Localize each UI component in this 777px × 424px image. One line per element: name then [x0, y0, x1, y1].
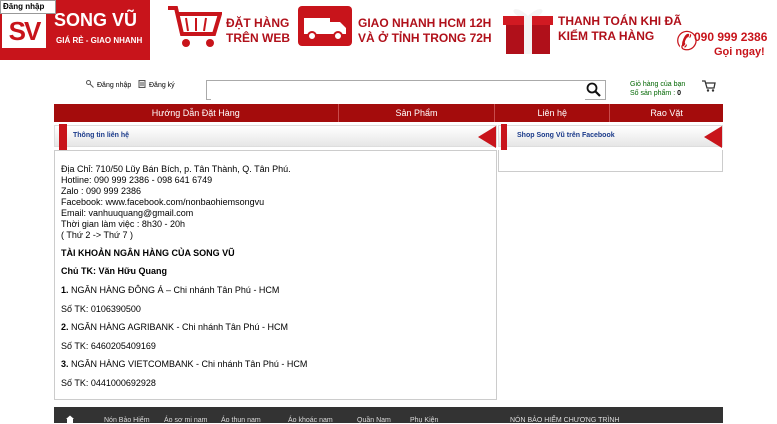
bank-number: 1.	[61, 285, 69, 295]
contact-panel-title: Thông tin liên hệ	[73, 132, 129, 139]
brand-tagline: GIÁ RẺ - GIAO NHANH	[56, 36, 143, 45]
facebook-widget-box	[498, 150, 723, 172]
login-link[interactable]: Đăng nhập	[86, 80, 131, 89]
bank-item: 2. NGÂN HÀNG AGRIBANK - Chi nhánh Tân Ph…	[61, 322, 288, 332]
register-link[interactable]: Đăng ký	[138, 80, 175, 89]
search-input[interactable]	[211, 82, 585, 100]
facebook-panel-header: Shop Song Vũ trên Facebook	[498, 124, 723, 150]
search-box	[206, 80, 606, 100]
bank-number: 3.	[61, 359, 69, 369]
bank-name: NGÂN HÀNG VIETCOMBANK - Chi nhánh Tân Ph…	[71, 359, 308, 369]
login-label: Đăng nhập	[97, 82, 132, 89]
logo-mark: SV	[2, 14, 46, 48]
hotline-number: 090 999 2386	[694, 30, 768, 44]
triangle-marker-icon	[478, 126, 496, 148]
bank-heading: TÀI KHOẢN NGÂN HÀNG CỦA SONG VŨ	[61, 248, 235, 258]
cart-count: 0	[677, 90, 681, 97]
promo-pay-line2: KIỂM TRA HÀNG	[558, 29, 655, 43]
search-icon[interactable]	[585, 82, 603, 98]
contact-hotline: Hotline: 090 999 2386 - 098 641 6749	[61, 175, 213, 185]
cart-summary[interactable]: Giỏ hàng của bạn Số sản phẩm : 0	[630, 80, 685, 98]
promo-order-line1: ĐẶT HÀNG	[226, 16, 290, 30]
account-holder: Chủ TK: Văn Hữu Quang	[61, 266, 168, 276]
contact-panel-header: Thông tin liên hệ	[54, 124, 497, 150]
cart-icon[interactable]	[702, 80, 716, 92]
bank-item: 1. NGÂN HÀNG ĐÔNG Á – Chi nhánh Tân Phú …	[61, 285, 279, 295]
cart-label: Giỏ hàng của bạn	[630, 81, 686, 88]
delivery-truck-icon	[298, 6, 352, 46]
contact-address: Địa Chỉ: 710/50 Lũy Bán Bích, p. Tân Thà…	[61, 164, 291, 174]
promo-pay-on-delivery: THANH TOÁN KHI ĐÃ KIỂM TRA HÀNG	[558, 14, 682, 44]
hotline-callout[interactable]: ✆ 090 999 2386 Gọi ngay!	[676, 24, 776, 64]
home-icon[interactable]	[66, 415, 74, 423]
bank-account: Số TK: 0441000692928	[61, 378, 156, 388]
bank-account: Số TK: 6460205409169	[61, 341, 156, 351]
nav-contact[interactable]: Liên hệ	[495, 104, 611, 122]
nav-products[interactable]: Sản Phẩm	[339, 104, 496, 122]
cart-count-row: Số sản phẩm : 0	[630, 89, 685, 98]
promo-order-line2: TRÊN WEB	[226, 31, 290, 45]
cart-count-label: Số sản phẩm :	[630, 90, 676, 97]
contact-info-box: Địa Chỉ: 710/50 Lũy Bán Bích, p. Tân Thà…	[54, 150, 497, 400]
register-label: Đăng ký	[149, 82, 175, 89]
header-banner: Đăng nhập SV SONG VŨ GIÁ RẺ - GIAO NHANH…	[0, 0, 777, 62]
triangle-marker-icon	[704, 126, 722, 148]
contact-days: ( Thứ 2 -> Thứ 7 )	[61, 230, 133, 240]
shopping-cart-illustration-icon	[168, 6, 222, 47]
contact-zalo: Zalo : 090 999 2386	[61, 186, 142, 196]
contact-email: Email: vanhuuquang@gmail.com	[61, 208, 194, 218]
promo-pay-line1: THANH TOÁN KHI ĐÃ	[558, 14, 682, 28]
bank-item: 3. NGÂN HÀNG VIETCOMBANK - Chi nhánh Tân…	[61, 359, 307, 369]
footer-nav: Nón Bảo Hiểm Áo sơ mi nam Áo thun nam Áo…	[54, 407, 723, 424]
nav-ordering-guide[interactable]: Hướng Dẫn Đặt Hàng	[54, 104, 339, 122]
login-tag[interactable]: Đăng nhập	[0, 0, 56, 14]
promo-order-online: ĐẶT HÀNG TRÊN WEB	[226, 16, 290, 46]
bank-name: NGÂN HÀNG AGRIBANK - Chi nhánh Tân Phú -…	[71, 322, 288, 332]
register-form-icon	[138, 80, 146, 88]
promo-ship-line1: GIAO NHANH HCM 12H	[358, 16, 492, 30]
contact-facebook: Facebook: www.facebook.com/nonbaohiemson…	[61, 197, 265, 207]
promo-ship-line2: VÀ Ở TỈNH TRONG 72H	[358, 31, 492, 45]
promo-fast-shipping: GIAO NHANH HCM 12H VÀ Ở TỈNH TRONG 72H	[358, 16, 492, 46]
bank-account: Số TK: 0106390500	[61, 304, 141, 314]
site-logo[interactable]: Đăng nhập SV SONG VŨ GIÁ RẺ - GIAO NHANH	[0, 0, 150, 60]
key-icon	[86, 80, 94, 88]
gift-box-icon	[503, 9, 553, 54]
facebook-panel-title[interactable]: Shop Song Vũ trên Facebook	[517, 132, 615, 139]
ribbon-flag-icon	[59, 124, 67, 150]
nav-classifieds[interactable]: Rao Vặt	[610, 104, 723, 122]
contact-hours: Thời gian làm việc : 8h30 - 20h	[61, 219, 185, 229]
call-now-label: Gọi ngay!	[714, 46, 765, 58]
brand-name: SONG VŨ	[54, 10, 138, 30]
bank-name: NGÂN HÀNG ĐÔNG Á – Chi nhánh Tân Phú - H…	[71, 285, 280, 295]
ribbon-flag-icon	[501, 124, 507, 150]
main-nav: Hướng Dẫn Đặt Hàng Sản Phẩm Liên hệ Rao …	[54, 104, 723, 122]
bank-number: 2.	[61, 322, 69, 332]
